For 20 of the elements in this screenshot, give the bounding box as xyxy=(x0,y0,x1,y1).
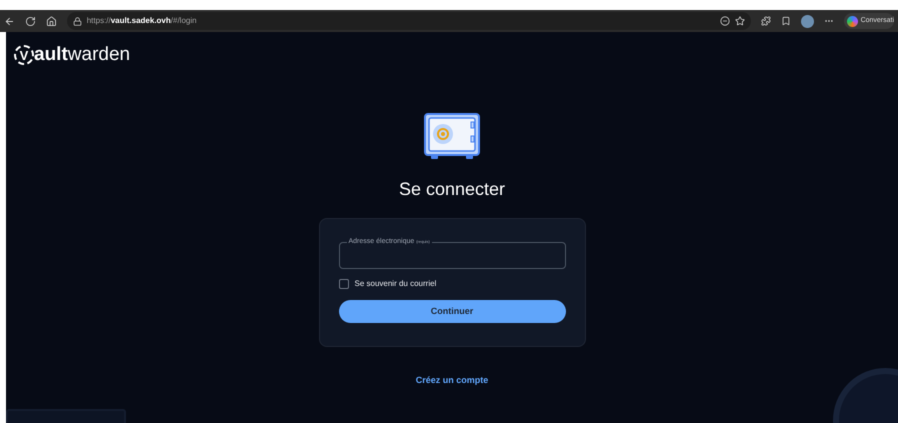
logo-gear-mark: V xyxy=(14,45,34,65)
remember-label: Se souvenir du courriel xyxy=(354,278,436,290)
safe-icon xyxy=(423,112,481,162)
page-title: Se connecter xyxy=(398,178,506,201)
favorite-icon[interactable] xyxy=(734,16,745,26)
logo-text: aultwarden xyxy=(34,42,130,67)
continue-button[interactable]: Continuer xyxy=(338,300,566,323)
remember-checkbox[interactable] xyxy=(338,279,348,289)
lock-icon xyxy=(72,16,82,26)
profile-avatar[interactable] xyxy=(800,14,814,28)
back-icon[interactable] xyxy=(4,16,15,26)
favorites-icon[interactable] xyxy=(780,16,791,26)
copilot-icon xyxy=(846,16,858,26)
reload-icon[interactable] xyxy=(24,16,36,26)
block-icon[interactable] xyxy=(720,16,730,26)
extensions-icon[interactable] xyxy=(760,16,771,26)
url-text: https://vault.sadek.ovh/#/login xyxy=(86,15,197,27)
create-account-link[interactable]: Créez un compte xyxy=(416,374,488,388)
home-icon[interactable] xyxy=(46,16,57,26)
address-bar[interactable]: https://vault.sadek.ovh/#/login xyxy=(66,12,751,30)
